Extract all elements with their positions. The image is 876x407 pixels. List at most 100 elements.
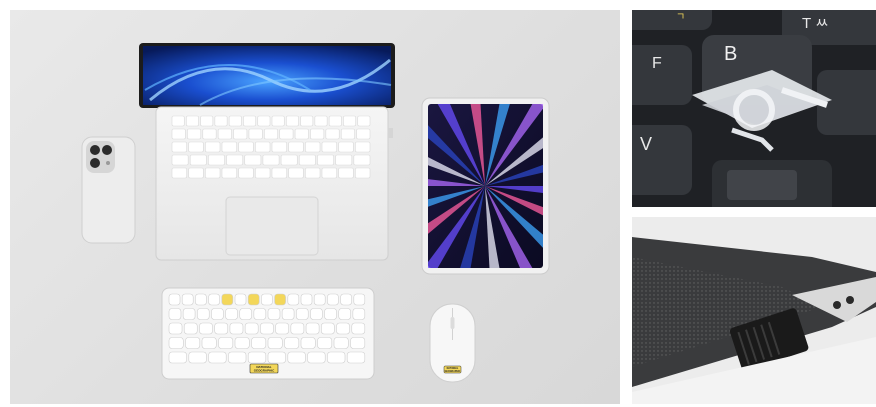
keyboard-key bbox=[351, 322, 366, 335]
key-legend-bottom-left: V bbox=[640, 134, 652, 154]
switch-base bbox=[727, 170, 797, 200]
key-legend-center: B bbox=[724, 43, 737, 65]
laptop-key bbox=[171, 154, 189, 166]
keyboard-key bbox=[214, 322, 229, 335]
keyboard-key bbox=[287, 293, 300, 306]
laptop-key bbox=[248, 128, 263, 140]
keyboard-key bbox=[183, 322, 198, 335]
keyboard-key bbox=[300, 337, 316, 349]
keyboard-key bbox=[267, 308, 281, 320]
key-left bbox=[632, 45, 692, 105]
keyboard-key bbox=[253, 308, 267, 320]
keyboard-key bbox=[225, 308, 238, 320]
keyboard-key bbox=[350, 337, 366, 349]
laptop-key bbox=[321, 167, 337, 179]
laptop-key bbox=[187, 128, 202, 140]
keyboard-key bbox=[244, 322, 259, 335]
keyboard-brand-line2: GEOGRAPHIC bbox=[254, 369, 275, 373]
keyboard: NATIONAL GEOGRAPHIC bbox=[161, 287, 375, 380]
keyboard-key bbox=[310, 308, 323, 320]
phone bbox=[81, 136, 136, 244]
laptop-key bbox=[310, 128, 325, 140]
keyboard-key bbox=[208, 293, 220, 306]
laptop-trackpad bbox=[225, 196, 319, 256]
key-legend-left: F bbox=[652, 55, 662, 72]
keyboard-key bbox=[313, 293, 326, 306]
laptop-key bbox=[233, 128, 248, 140]
keyboard-key bbox=[267, 337, 283, 349]
laptop-key bbox=[353, 154, 371, 166]
usb-scene bbox=[632, 217, 876, 404]
laptop-key bbox=[221, 167, 237, 179]
key-top-left bbox=[632, 10, 712, 30]
laptop-key bbox=[205, 141, 221, 153]
keyboard-key bbox=[168, 308, 182, 320]
laptop-key bbox=[189, 154, 207, 166]
laptop-key bbox=[262, 154, 280, 166]
keyboard-key bbox=[307, 351, 326, 364]
laptop bbox=[139, 43, 395, 261]
keyboard-key bbox=[234, 337, 250, 349]
keyboard-key bbox=[336, 322, 350, 335]
keyboard-key bbox=[182, 308, 196, 320]
keyboard-key bbox=[305, 322, 320, 335]
keyboard-key bbox=[275, 322, 289, 335]
keyboard-key bbox=[327, 351, 346, 364]
laptop-key bbox=[188, 167, 204, 179]
keyboard-key bbox=[317, 337, 333, 349]
product-flatlay-photo: NATIONAL GEOGRAPHIC NATIONAL GEOGRAPHIC bbox=[10, 10, 620, 404]
laptop-key bbox=[271, 167, 287, 179]
laptop-key bbox=[255, 167, 271, 179]
mouse: NATIONAL GEOGRAPHIC bbox=[429, 303, 476, 383]
keycap-closeup-photo: ㄱ T ㅆ B F V bbox=[632, 10, 876, 207]
laptop-key bbox=[238, 141, 254, 153]
laptop-key bbox=[340, 128, 355, 140]
keyboard-key bbox=[168, 337, 184, 349]
mouse-brand-line2: GEOGRAPHIC bbox=[445, 370, 461, 373]
keyboard-key bbox=[188, 351, 207, 364]
keyboard-key bbox=[239, 308, 252, 320]
laptop-key bbox=[335, 154, 353, 166]
laptop-key bbox=[288, 141, 304, 153]
key-legend-top-right: T ㅆ bbox=[802, 15, 829, 32]
phone-flash bbox=[106, 161, 110, 165]
laptop-key bbox=[328, 115, 342, 127]
keyboard-key bbox=[218, 337, 234, 349]
keyboard-key bbox=[290, 322, 305, 335]
keyboard-key bbox=[353, 293, 366, 306]
keyboard-key bbox=[185, 337, 201, 349]
keyboard-key bbox=[234, 293, 247, 306]
laptop-key bbox=[294, 128, 309, 140]
laptop-key bbox=[264, 128, 278, 140]
keyboard-key bbox=[168, 351, 187, 364]
keyboard-key bbox=[324, 308, 337, 320]
laptop-key bbox=[279, 128, 294, 140]
keyboard-key bbox=[247, 293, 260, 306]
keyboard-key bbox=[251, 337, 267, 349]
keyboard-key bbox=[274, 293, 286, 306]
mouse-brand-line1: NATIONAL bbox=[447, 367, 459, 370]
laptop-key bbox=[221, 141, 237, 153]
laptop-key bbox=[171, 141, 187, 153]
laptop-key bbox=[171, 115, 185, 127]
laptop-key bbox=[321, 141, 337, 153]
keyboard-key bbox=[327, 293, 339, 306]
laptop-key bbox=[305, 141, 321, 153]
laptop-key bbox=[244, 154, 262, 166]
keyboard-key bbox=[295, 308, 309, 320]
keyboard-key bbox=[168, 322, 183, 335]
keyboard-key bbox=[346, 351, 366, 364]
usb-receiver-closeup-photo bbox=[632, 217, 876, 404]
keyboard-key bbox=[333, 337, 349, 349]
phone-lens-2 bbox=[102, 145, 112, 155]
laptop-key bbox=[243, 115, 257, 127]
laptop-key bbox=[226, 154, 244, 166]
phone-lens-3 bbox=[90, 158, 100, 168]
laptop-key bbox=[355, 167, 371, 179]
laptop-port bbox=[388, 128, 393, 138]
keyboard-key bbox=[321, 322, 335, 335]
laptop-key bbox=[200, 115, 214, 127]
keyboard-key bbox=[168, 293, 181, 306]
keyboard-key bbox=[201, 337, 217, 349]
port-2 bbox=[846, 296, 854, 304]
